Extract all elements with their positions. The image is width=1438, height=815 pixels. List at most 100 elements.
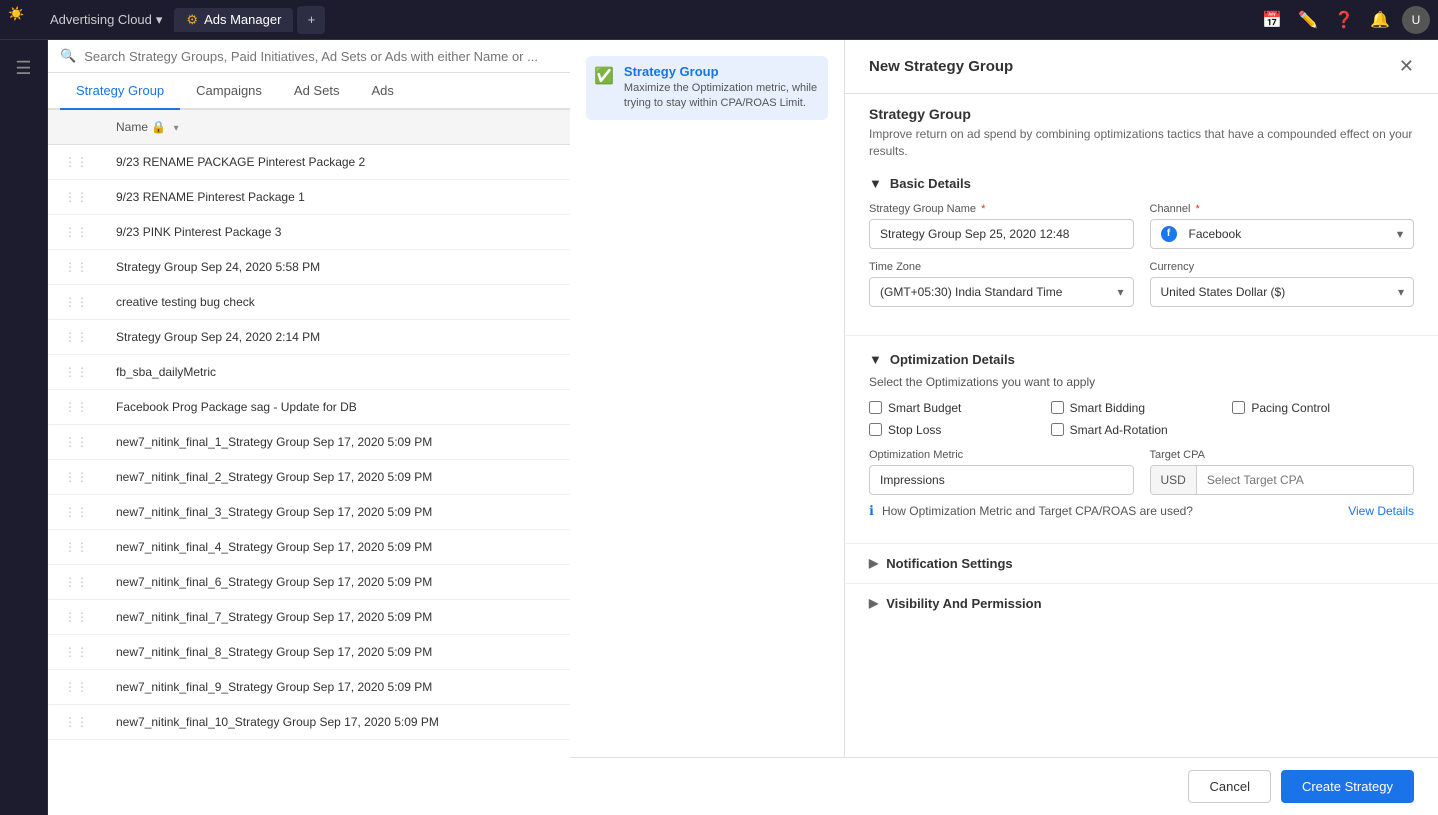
- stop-loss-checkbox[interactable]: [869, 423, 882, 436]
- tab-strategy-group[interactable]: Strategy Group: [60, 73, 180, 110]
- timezone-select-wrapper: (GMT+05:30) India Standard Time: [869, 277, 1134, 307]
- modal-overlay: ✅ Strategy Group Maximize the Optimizati…: [570, 40, 1438, 815]
- form-section-title: Strategy Group: [869, 106, 1414, 122]
- search-icon: 🔍: [60, 48, 76, 64]
- smart-ad-rotation-checkbox[interactable]: [1051, 423, 1064, 436]
- drag-icon[interactable]: ⋮⋮: [60, 575, 92, 589]
- target-cpa-input[interactable]: [1197, 466, 1413, 494]
- drag-icon[interactable]: ⋮⋮: [60, 610, 92, 624]
- strategy-group-name-group: Strategy Group Name *: [869, 203, 1134, 249]
- basic-details-section: ▼ Basic Details Strategy Group Name * Ch…: [845, 160, 1438, 336]
- help-icon[interactable]: ❓: [1330, 6, 1358, 34]
- channel-select[interactable]: f Facebook ▾: [1150, 219, 1415, 249]
- tab-label: Ads Manager: [204, 12, 281, 27]
- modal-title-row: New Strategy Group ✕: [869, 56, 1414, 77]
- drag-handle: ⋮⋮: [48, 145, 104, 180]
- wizard-step-icon: ✅: [594, 66, 614, 86]
- drag-handle: ⋮⋮: [48, 600, 104, 635]
- currency-label: Currency: [1150, 261, 1415, 273]
- modal-footer: Cancel Create Strategy: [570, 757, 1438, 815]
- top-nav: ☀️ Advertising Cloud ▾ ⚙ Ads Manager + 📅…: [0, 0, 1438, 40]
- drag-icon[interactable]: ⋮⋮: [60, 330, 92, 344]
- new-tab-button[interactable]: +: [297, 6, 325, 34]
- drag-icon[interactable]: ⋮⋮: [60, 715, 92, 729]
- drag-icon[interactable]: ⋮⋮: [60, 225, 92, 239]
- notification-settings-header[interactable]: ▶ Notification Settings: [869, 556, 1414, 571]
- tab-campaigns[interactable]: Campaigns: [180, 73, 278, 110]
- drag-icon[interactable]: ⋮⋮: [60, 680, 92, 694]
- bell-icon[interactable]: 🔔: [1366, 6, 1394, 34]
- target-cpa-label: Target CPA: [1150, 449, 1415, 461]
- smart-bidding-label: Smart Bidding: [1070, 401, 1145, 415]
- drag-icon[interactable]: ⋮⋮: [60, 505, 92, 519]
- optimization-section: ▼ Optimization Details Select the Optimi…: [845, 336, 1438, 543]
- drag-icon[interactable]: ⋮⋮: [60, 400, 92, 414]
- smart-ad-rotation-label: Smart Ad-Rotation: [1070, 423, 1168, 437]
- drag-icon[interactable]: ⋮⋮: [60, 645, 92, 659]
- menu-icon[interactable]: ☰: [5, 48, 41, 89]
- wizard-step-title: Strategy Group: [624, 64, 820, 79]
- pacing-control-label: Pacing Control: [1251, 401, 1330, 415]
- drag-icon[interactable]: ⋮⋮: [60, 155, 92, 169]
- optimization-header[interactable]: ▼ Optimization Details: [869, 352, 1414, 367]
- pacing-control-checkbox[interactable]: [1232, 401, 1245, 414]
- form-section-desc: Improve return on ad spend by combining …: [869, 126, 1414, 160]
- strategy-group-name-label: Strategy Group Name *: [869, 203, 1134, 215]
- checkboxes-grid: Smart Budget Smart Bidding Pacing Contro…: [869, 401, 1414, 437]
- smart-ad-rotation-checkbox-item: Smart Ad-Rotation: [1051, 423, 1233, 437]
- create-strategy-button[interactable]: Create Strategy: [1281, 770, 1414, 803]
- left-sidebar: ☰: [0, 40, 48, 815]
- cancel-button[interactable]: Cancel: [1188, 770, 1270, 803]
- info-row: ℹ How Optimization Metric and Target CPA…: [869, 495, 1414, 527]
- drag-handle: ⋮⋮: [48, 355, 104, 390]
- target-cpa-currency: USD: [1151, 466, 1197, 494]
- smart-bidding-checkbox[interactable]: [1051, 401, 1064, 414]
- drag-icon[interactable]: ⋮⋮: [60, 435, 92, 449]
- notification-settings-arrow: ▶: [869, 556, 878, 570]
- timezone-select[interactable]: (GMT+05:30) India Standard Time: [869, 277, 1134, 307]
- avatar[interactable]: U: [1402, 6, 1430, 34]
- drag-icon[interactable]: ⋮⋮: [60, 470, 92, 484]
- optimization-metric-input[interactable]: [869, 465, 1134, 495]
- wizard-panel: ✅ Strategy Group Maximize the Optimizati…: [570, 40, 845, 815]
- drag-handle: ⋮⋮: [48, 320, 104, 355]
- stop-loss-label: Stop Loss: [888, 423, 941, 437]
- view-details-link[interactable]: View Details: [1348, 504, 1414, 518]
- edit-icon[interactable]: ✏️: [1294, 6, 1322, 34]
- visibility-permission-arrow: ▶: [869, 596, 878, 610]
- tab-ads[interactable]: Ads: [355, 73, 409, 110]
- form-panel: New Strategy Group ✕ Strategy Group Impr…: [845, 40, 1438, 815]
- strategy-group-header: Strategy Group Improve return on ad spen…: [845, 94, 1438, 160]
- optimization-metric-label: Optimization Metric: [869, 449, 1134, 461]
- drag-icon[interactable]: ⋮⋮: [60, 540, 92, 554]
- visibility-permission-header[interactable]: ▶ Visibility And Permission: [869, 596, 1414, 611]
- plus-icon: +: [308, 12, 316, 27]
- close-button[interactable]: ✕: [1399, 56, 1414, 77]
- ads-manager-tab[interactable]: ⚙ Ads Manager: [174, 8, 293, 32]
- basic-details-title: Basic Details: [890, 176, 971, 191]
- visibility-permission-section: ▶ Visibility And Permission: [845, 583, 1438, 623]
- drag-icon[interactable]: ⋮⋮: [60, 365, 92, 379]
- basic-details-header[interactable]: ▼ Basic Details: [869, 176, 1414, 191]
- channel-group: Channel * f Facebook ▾: [1150, 203, 1415, 249]
- smart-budget-checkbox[interactable]: [869, 401, 882, 414]
- drag-handle: ⋮⋮: [48, 495, 104, 530]
- app-switcher[interactable]: Advertising Cloud ▾: [42, 8, 170, 32]
- drag-icon[interactable]: ⋮⋮: [60, 190, 92, 204]
- drag-handle: ⋮⋮: [48, 285, 104, 320]
- stop-loss-checkbox-item: Stop Loss: [869, 423, 1051, 437]
- facebook-icon: f: [1161, 226, 1177, 242]
- calendar-icon[interactable]: 📅: [1258, 6, 1286, 34]
- strategy-group-name-input[interactable]: [869, 219, 1134, 249]
- wizard-step-desc: Maximize the Optimization metric, while …: [624, 81, 820, 112]
- tab-ad-sets[interactable]: Ad Sets: [278, 73, 356, 110]
- drag-icon[interactable]: ⋮⋮: [60, 260, 92, 274]
- drag-handle: ⋮⋮: [48, 460, 104, 495]
- notification-settings-section: ▶ Notification Settings: [845, 543, 1438, 583]
- drag-handle: ⋮⋮: [48, 530, 104, 565]
- drag-icon[interactable]: ⋮⋮: [60, 295, 92, 309]
- currency-select[interactable]: United States Dollar ($): [1150, 277, 1415, 307]
- channel-label: Channel *: [1150, 203, 1415, 215]
- drag-handle: ⋮⋮: [48, 670, 104, 705]
- channel-value: Facebook: [1189, 227, 1391, 241]
